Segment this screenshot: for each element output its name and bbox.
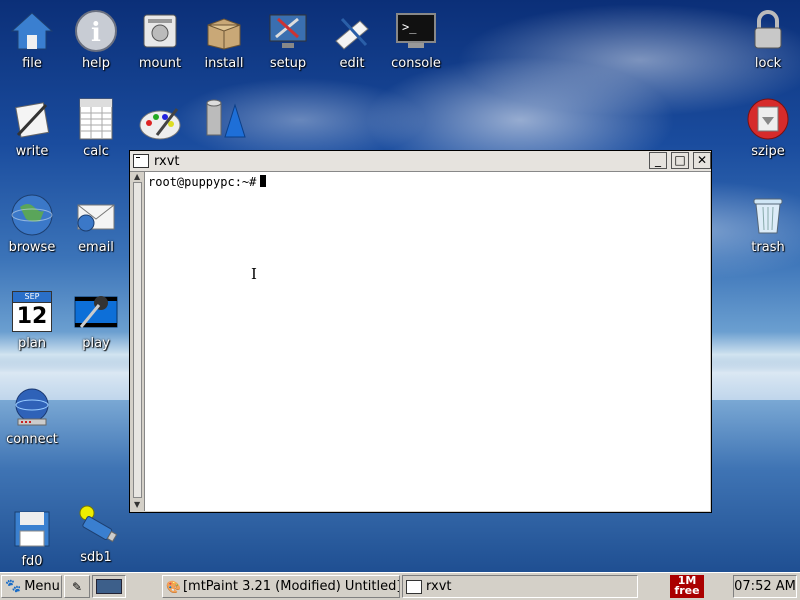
- puppy-paw-icon: 🐾: [5, 579, 22, 594]
- desktop-icon-write[interactable]: write: [0, 96, 64, 160]
- edit-pen-icon: [329, 8, 375, 54]
- floppy-disk-icon: [9, 506, 55, 552]
- desktop-icon-trash[interactable]: trash: [736, 192, 800, 256]
- trash-can-icon: [745, 192, 791, 238]
- pager-desktop-1[interactable]: [92, 575, 126, 598]
- desktop-icon-email[interactable]: email: [64, 192, 128, 256]
- desktop-icon-paint[interactable]: [128, 100, 192, 146]
- package-box-icon: [201, 8, 247, 54]
- scroll-up-arrow-icon[interactable]: ▲: [134, 173, 140, 181]
- globe-icon: [9, 192, 55, 238]
- scrollbar-thumb[interactable]: [133, 182, 142, 498]
- mtpaint-icon: 🎨: [166, 579, 181, 594]
- desktop-icon-edit[interactable]: edit: [320, 8, 384, 72]
- usb-stick-icon: [73, 502, 119, 548]
- home-icon: [9, 8, 55, 54]
- svg-text:i: i: [91, 18, 101, 48]
- terminal-area[interactable]: ▲ ▼ root@puppypc:~# I: [131, 172, 710, 511]
- desktop-icon-setup[interactable]: setup: [256, 8, 320, 72]
- desktop-icon-sdb1[interactable]: sdb1: [64, 502, 128, 566]
- terminal-icon: [133, 154, 149, 168]
- minimize-button[interactable]: _: [649, 152, 667, 169]
- window-title: rxvt: [154, 153, 180, 169]
- desktop-icon-szipe[interactable]: szipe: [736, 96, 800, 160]
- ibeam-cursor-icon: I: [251, 265, 257, 283]
- task-mtpaint[interactable]: 🎨 [mtPaint 3.21 (Modified) Untitled]: [162, 575, 400, 598]
- calendar-icon: SEP 12: [9, 288, 55, 334]
- desktop-background: file i help mount install setup edit >_: [0, 0, 800, 572]
- envelope-icon: [73, 192, 119, 238]
- desktop-icon-browse[interactable]: browse: [0, 192, 64, 256]
- scroll-down-arrow-icon[interactable]: ▼: [134, 501, 140, 509]
- menu-label: Menu: [24, 579, 60, 594]
- text-cursor: [260, 175, 267, 187]
- calendar-day: 12: [12, 301, 52, 332]
- info-icon: i: [73, 8, 119, 54]
- desktop-icon-file[interactable]: file: [0, 8, 64, 72]
- task-rxvt-label: rxvt: [426, 579, 452, 594]
- window-titlebar[interactable]: rxvt _ □ ✕: [130, 151, 711, 172]
- edit-pen-icon: ✎: [71, 579, 83, 594]
- calendar-month: SEP: [12, 290, 52, 302]
- network-globe-icon: [9, 384, 55, 430]
- svg-text:>_: >_: [402, 20, 417, 34]
- desktop-icon-lock[interactable]: lock: [736, 8, 800, 72]
- desktop-icon-play[interactable]: play: [64, 288, 128, 352]
- terminal-prompt-line: root@puppypc:~#: [148, 175, 267, 189]
- desktop-icon-install[interactable]: install: [192, 8, 256, 72]
- maximize-button[interactable]: □: [671, 152, 689, 169]
- rxvt-window[interactable]: rxvt _ □ ✕ ▲ ▼ root@puppypc:~# I: [129, 150, 712, 513]
- task-rxvt[interactable]: rxvt: [402, 575, 638, 598]
- mem-label: free: [674, 584, 700, 597]
- terminal-icon: [406, 579, 422, 594]
- desktop-icon-mount[interactable]: mount: [128, 8, 192, 72]
- quicklaunch-edit[interactable]: ✎: [64, 575, 90, 598]
- terminal-scrollbar[interactable]: ▲ ▼: [131, 172, 145, 511]
- padlock-icon: [745, 8, 791, 54]
- palette-icon: [137, 100, 183, 146]
- terminal-icon: >_: [393, 8, 439, 54]
- desktop-icon-connect[interactable]: connect: [0, 384, 64, 448]
- clock[interactable]: 07:52 AM: [733, 575, 797, 598]
- spreadsheet-icon: [73, 96, 119, 142]
- drive-icon: [137, 8, 183, 54]
- desktop-icon-fd0[interactable]: fd0: [0, 506, 64, 570]
- desktop-icon-draw[interactable]: [192, 96, 256, 142]
- desktop-icon-console[interactable]: >_ console: [384, 8, 448, 72]
- start-menu-button[interactable]: 🐾 Menu: [1, 575, 62, 598]
- media-player-icon: [73, 288, 119, 334]
- desktop-pager-icon: [96, 579, 122, 594]
- document-write-icon: [9, 96, 55, 142]
- desktop-icon-plan[interactable]: SEP 12 plan: [0, 288, 64, 352]
- close-button[interactable]: ✕: [693, 152, 711, 169]
- shredder-icon: [745, 96, 791, 142]
- free-memory-meter[interactable]: 1M free: [670, 575, 704, 598]
- desktop-icon-calc[interactable]: calc: [64, 96, 128, 160]
- task-mtpaint-label: [mtPaint 3.21 (Modified) Untitled]: [182, 579, 400, 594]
- cylinder-cone-icon: [201, 96, 247, 142]
- tools-monitor-icon: [265, 8, 311, 54]
- terminal-prompt: root@puppypc:~#: [148, 175, 257, 189]
- taskbar: 🐾 Menu ✎ 🎨 [mtPaint 3.21 (Modified) Unti…: [0, 572, 800, 600]
- desktop-icon-help[interactable]: i help: [64, 8, 128, 72]
